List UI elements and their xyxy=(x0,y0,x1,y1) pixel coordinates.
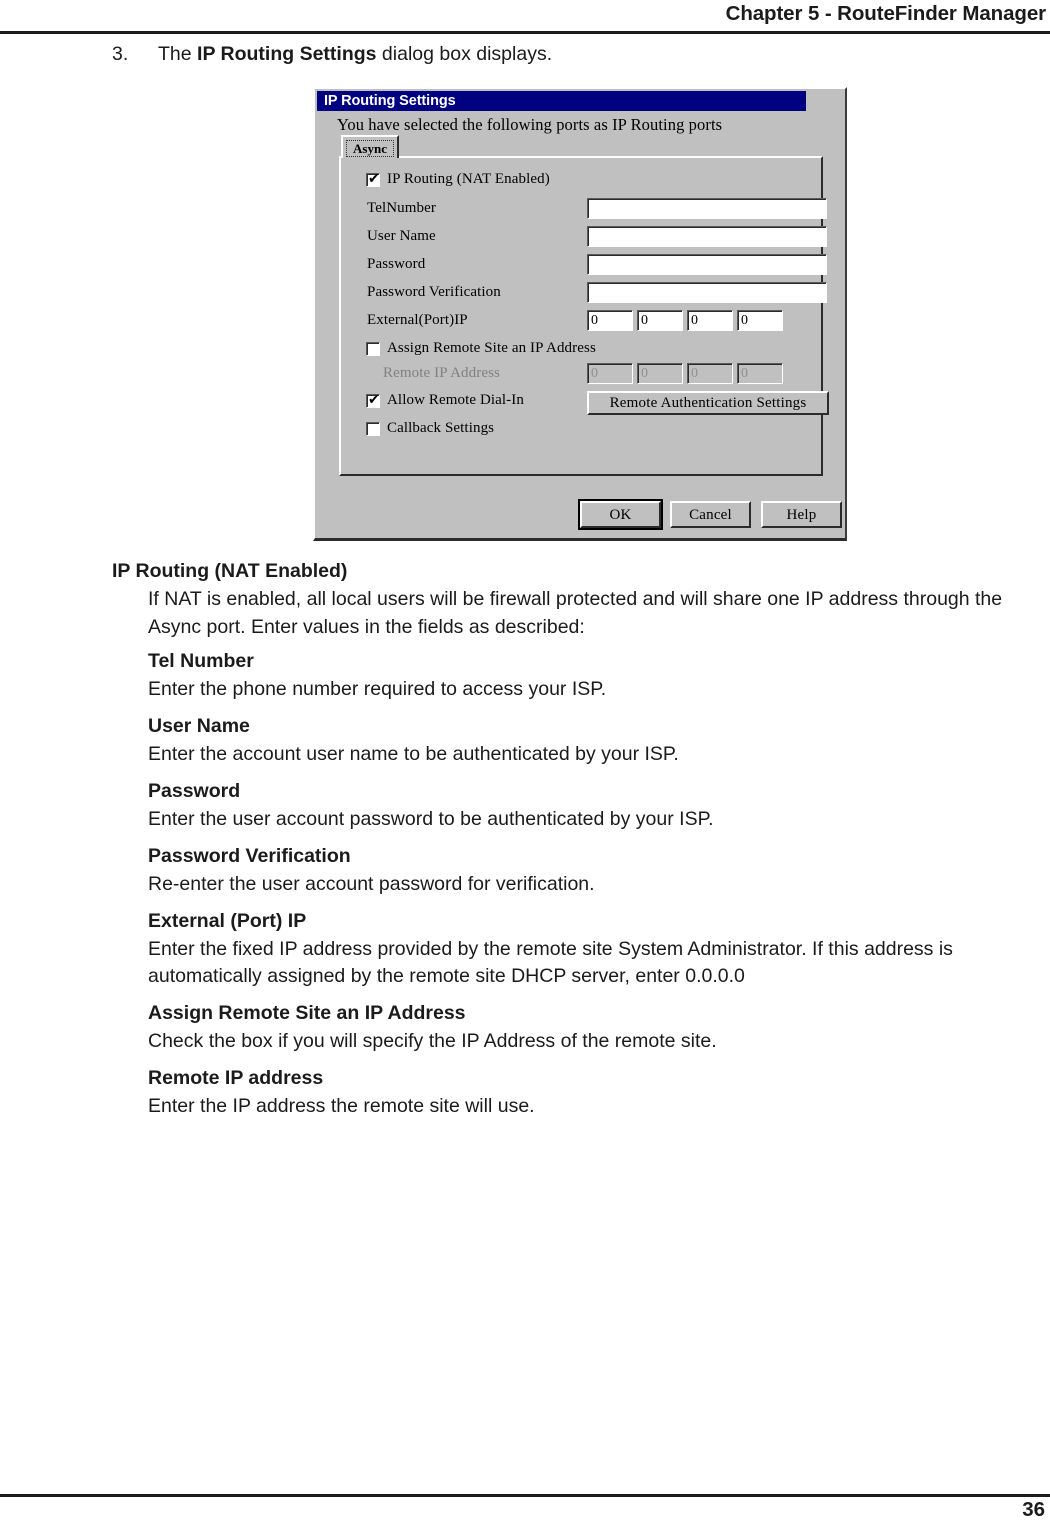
section-heading: Tel Number xyxy=(148,650,254,672)
remote-ip-octet-4[interactable]: 0 xyxy=(737,363,783,384)
remote-ip-octet-3[interactable]: 0 xyxy=(687,363,733,384)
section-heading: Assign Remote Site an IP Address xyxy=(148,1002,466,1024)
section-external-port-ip: External (Port) IP Enter the fixed IP ad… xyxy=(148,908,1017,991)
section-heading: IP Routing (NAT Enabled) xyxy=(112,560,348,582)
checkmark-icon: ✔ xyxy=(368,392,380,408)
dialog-titlebar: IP Routing Settings xyxy=(317,91,806,111)
ip-routing-nat-label: IP Routing (NAT Enabled) xyxy=(387,171,550,187)
step-text-before: The xyxy=(158,43,198,65)
password-input[interactable] xyxy=(587,254,827,275)
section-heading: External (Port) IP xyxy=(148,910,307,932)
remote-ip-octet-1[interactable]: 0 xyxy=(587,363,633,384)
row-tel-number: TelNumber xyxy=(341,198,827,222)
assign-remote-site-ip-label: Assign Remote Site an IP Address xyxy=(387,340,596,356)
tel-number-label: TelNumber xyxy=(367,200,436,216)
page-number: 36 xyxy=(1022,1498,1045,1521)
external-ip-octet-2[interactable]: 0 xyxy=(637,310,683,331)
row-password-verification: Password Verification xyxy=(341,282,827,306)
step-number: 3. xyxy=(112,43,129,65)
section-body: Enter the fixed IP address provided by t… xyxy=(148,937,953,988)
row-callback-settings: Callback Settings xyxy=(341,419,821,441)
section-ip-routing-nat: IP Routing (NAT Enabled) xyxy=(112,558,1017,586)
password-verification-label: Password Verification xyxy=(367,284,501,300)
ok-button[interactable]: OK xyxy=(578,499,663,530)
remote-authentication-settings-button[interactable]: Remote Authentication Settings xyxy=(587,391,829,415)
section-password-verification: Password Verification Re-enter the user … xyxy=(148,843,1017,898)
user-name-label: User Name xyxy=(367,228,436,244)
section-body: Enter the account user name to be authen… xyxy=(148,742,679,765)
callback-settings-label: Callback Settings xyxy=(387,420,495,436)
password-verification-input[interactable] xyxy=(587,282,827,303)
checkmark-icon: ✔ xyxy=(368,171,380,187)
section-password: Password Enter the user account password… xyxy=(148,778,1017,833)
cancel-button[interactable]: Cancel xyxy=(670,501,751,528)
tab-async-label: Async xyxy=(346,140,394,157)
row-external-port-ip: External(Port)IP 0 0 0 0 xyxy=(341,310,821,334)
external-ip-octet-4[interactable]: 0 xyxy=(737,310,783,331)
row-assign-remote-site-ip: Assign Remote Site an IP Address xyxy=(341,339,821,361)
section-heading: Password xyxy=(148,780,241,802)
section-body: If NAT is enabled, all local users will … xyxy=(148,588,1003,638)
row-ip-routing-nat: ✔ IP Routing (NAT Enabled) xyxy=(341,170,821,192)
step-item: 3. The IP Routing Settings dialog box dis… xyxy=(112,41,1012,67)
assign-remote-site-ip-checkbox[interactable] xyxy=(366,342,380,356)
ip-routing-nat-checkbox[interactable]: ✔ xyxy=(366,171,380,187)
allow-remote-dialin-checkbox[interactable]: ✔ xyxy=(366,392,380,408)
row-user-name: User Name xyxy=(341,226,827,250)
tab-async[interactable]: Async xyxy=(341,135,399,158)
dialog-title: IP Routing Settings xyxy=(324,93,456,109)
step-text-after: dialog box displays. xyxy=(376,43,553,65)
external-ip-octet-1[interactable]: 0 xyxy=(587,310,633,331)
allow-remote-dialin-label: Allow Remote Dial-In xyxy=(387,392,524,408)
section-body: Check the box if you will specify the IP… xyxy=(148,1029,717,1052)
row-remote-ip-address: Remote IP Address 0 0 0 0 xyxy=(341,363,821,387)
tel-number-input[interactable] xyxy=(587,198,827,219)
header-divider xyxy=(0,31,1050,34)
help-button[interactable]: Help xyxy=(761,501,842,528)
external-port-ip-label: External(Port)IP xyxy=(367,312,468,328)
section-heading: Password Verification xyxy=(148,845,351,867)
remote-ip-address-label: Remote IP Address xyxy=(383,365,500,381)
external-ip-octet-3[interactable]: 0 xyxy=(687,310,733,331)
footer-divider xyxy=(0,1494,1050,1497)
row-allow-remote-dialin: ✔ Allow Remote Dial-In Remote Authentica… xyxy=(341,391,829,415)
callback-settings-checkbox[interactable] xyxy=(366,422,380,436)
section-body: Enter the phone number required to acces… xyxy=(148,677,607,700)
section-tel-number: Tel Number Enter the phone number requir… xyxy=(148,648,1017,703)
section-remote-ip-address: Remote IP address Enter the IP address t… xyxy=(148,1065,1017,1120)
section-body: Enter the user account password to be au… xyxy=(148,807,714,830)
section-heading: User Name xyxy=(148,715,250,737)
ip-routing-settings-dialog: IP Routing Settings You have selected th… xyxy=(313,87,847,541)
user-name-input[interactable] xyxy=(587,226,827,247)
step-text-bold: IP Routing Settings xyxy=(197,43,377,65)
tab-panel-async: ✔ IP Routing (NAT Enabled) TelNumber Use… xyxy=(339,156,829,476)
section-ip-routing-nat-body: If NAT is enabled, all local users will … xyxy=(148,586,1017,641)
row-password: Password xyxy=(341,254,827,278)
section-body: Enter the IP address the remote site wil… xyxy=(148,1094,535,1117)
password-label: Password xyxy=(367,256,426,272)
page-header-title: Chapter 5 - RouteFinder Manager xyxy=(725,2,1046,25)
section-user-name: User Name Enter the account user name to… xyxy=(148,713,1017,768)
section-body: Re-enter the user account password for v… xyxy=(148,872,595,895)
dialog-subtitle: You have selected the following ports as… xyxy=(337,115,723,134)
section-heading: Remote IP address xyxy=(148,1067,324,1089)
remote-ip-octet-2[interactable]: 0 xyxy=(637,363,683,384)
page-header: Chapter 5 - RouteFinder Manager xyxy=(0,0,1050,31)
section-assign-remote-site-ip: Assign Remote Site an IP Address Check t… xyxy=(148,1000,1017,1055)
